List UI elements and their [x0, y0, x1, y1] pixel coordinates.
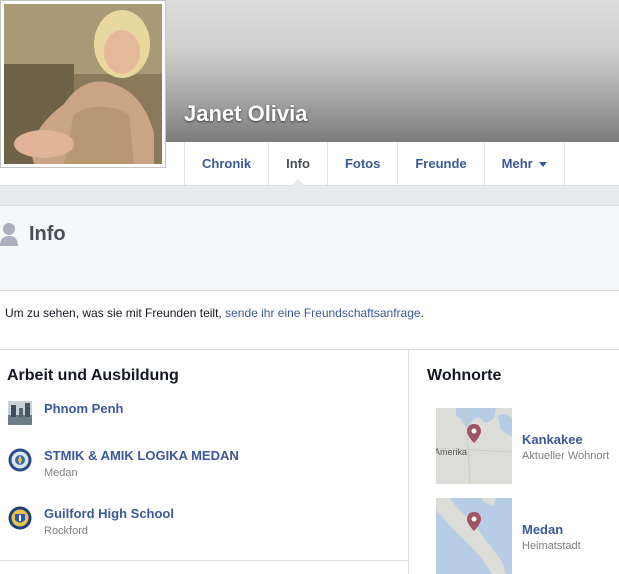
- map-label: Amerika: [436, 447, 467, 457]
- profile-photo-image: [4, 4, 162, 164]
- work-item: Phnom Penh: [8, 401, 123, 425]
- work-item-name[interactable]: Guilford High School: [44, 506, 174, 522]
- notice-end: .: [420, 306, 424, 320]
- map-thumbnail[interactable]: Amerika: [436, 408, 512, 484]
- work-education-title: Arbeit und Ausbildung: [7, 367, 179, 384]
- columns-divider-top: [0, 349, 619, 350]
- columns-divider: [408, 349, 409, 574]
- chevron-down-icon: [538, 162, 547, 168]
- tab-mehr-label: Mehr: [501, 156, 533, 171]
- section-separator: [0, 186, 619, 205]
- left-column-bottom-border: [0, 560, 408, 561]
- work-item-name[interactable]: STMIK & AMIK LOGIKA MEDAN: [44, 448, 239, 464]
- places-title: Wohnorte: [427, 367, 502, 384]
- building-icon[interactable]: [8, 401, 32, 425]
- place-item: Amerika Kankakee Aktueller Wohnort: [436, 408, 609, 484]
- profile-tabs: Chronik Info Fotos Freunde Mehr: [184, 142, 565, 186]
- notice-text: Um zu sehen, was sie mit Freunden teilt,: [5, 306, 226, 320]
- place-name[interactable]: Kankakee: [522, 432, 609, 447]
- tab-freunde[interactable]: Freunde: [398, 142, 485, 185]
- profile-name[interactable]: Janet Olivia: [184, 101, 308, 127]
- tab-info[interactable]: Info: [269, 142, 328, 186]
- work-item-location[interactable]: Medan: [44, 467, 239, 479]
- place-item: Medan Heimatstadt: [436, 498, 581, 574]
- tab-fotos[interactable]: Fotos: [328, 142, 399, 185]
- work-item-name[interactable]: Phnom Penh: [44, 401, 123, 417]
- place-type: Heimatstadt: [522, 540, 581, 552]
- info-header: Info: [0, 205, 619, 291]
- person-icon: [0, 223, 18, 246]
- work-item: STMIK & AMIK LOGIKA MEDAN Medan: [8, 448, 239, 479]
- work-item-location[interactable]: Rockford: [44, 525, 174, 537]
- send-friend-request-link[interactable]: sende ihr eine Freundschaftsanfrage: [225, 306, 420, 320]
- profile-picture[interactable]: [0, 0, 166, 168]
- tab-chronik[interactable]: Chronik: [185, 142, 270, 185]
- school-emblem-icon[interactable]: [8, 506, 32, 530]
- page-title: Info: [29, 223, 66, 245]
- place-name[interactable]: Medan: [522, 522, 581, 537]
- tab-mehr[interactable]: Mehr: [485, 142, 565, 185]
- place-type: Aktueller Wohnort: [522, 450, 610, 462]
- friend-request-notice: Um zu sehen, was sie mit Freunden teilt,…: [5, 306, 424, 320]
- map-thumbnail[interactable]: [436, 498, 512, 574]
- work-item: Guilford High School Rockford: [8, 506, 174, 537]
- school-emblem-icon[interactable]: [8, 448, 32, 472]
